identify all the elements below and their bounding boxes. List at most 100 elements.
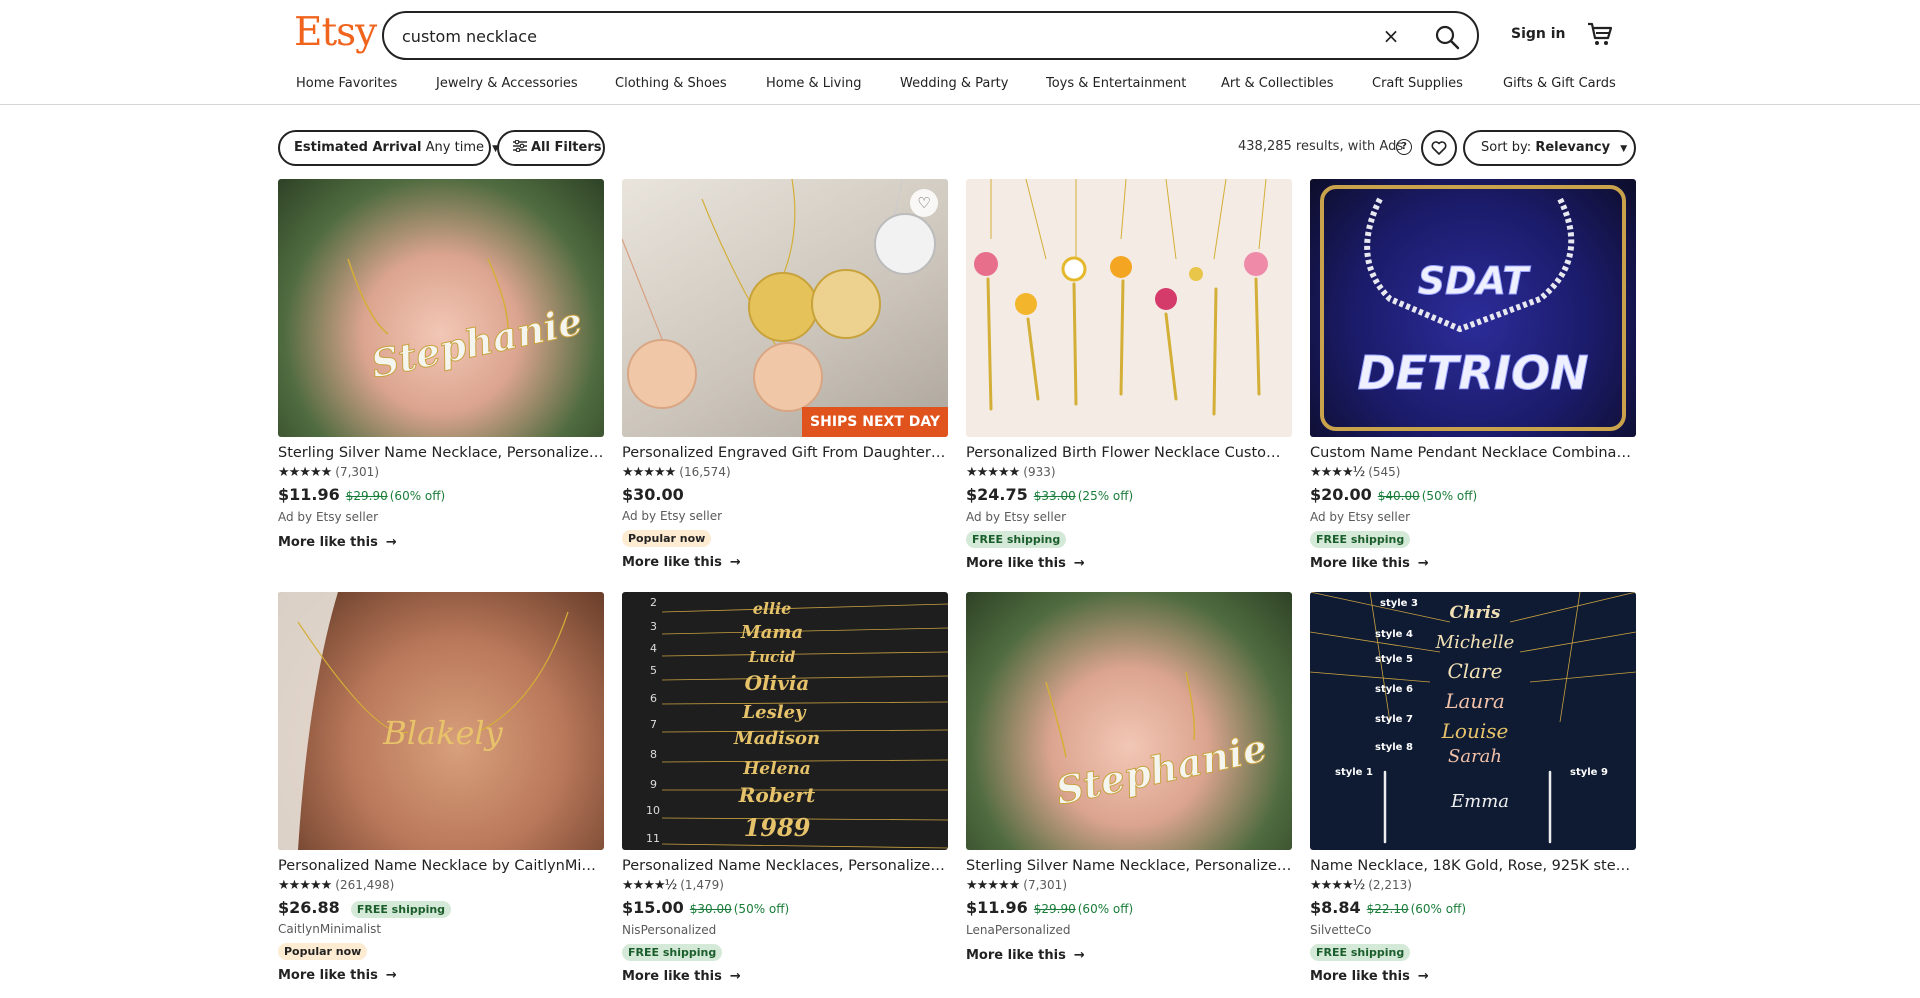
- seller-name[interactable]: NisPersonalized: [622, 920, 948, 940]
- sort-dropdown[interactable]: Sort by: Relevancy ▼: [1463, 130, 1636, 166]
- listing-title[interactable]: Personalized Engraved Gift From Daughter…: [622, 443, 948, 463]
- seller-name[interactable]: LenaPersonalized: [966, 920, 1292, 940]
- clear-search-icon[interactable]: ×: [1380, 25, 1402, 47]
- favorite-heart-icon[interactable]: ♡: [910, 189, 938, 217]
- svg-text:6: 6: [650, 692, 657, 705]
- more-like-this-link[interactable]: More like this →: [1310, 554, 1636, 574]
- category-wedding[interactable]: Wedding & Party: [900, 76, 1008, 91]
- category-jewelry[interactable]: Jewelry & Accessories: [436, 76, 578, 91]
- discount: (25% off): [1077, 489, 1134, 503]
- engraved-discs-illustration: [622, 179, 936, 412]
- category-craft[interactable]: Craft Supplies: [1372, 76, 1463, 91]
- listing-image[interactable]: [966, 179, 1292, 437]
- necklace-name-text: Stephanie: [367, 298, 586, 387]
- listing-card[interactable]: Blakely Personalized Name Necklace by Ca…: [278, 592, 604, 986]
- category-gifts[interactable]: Gifts & Gift Cards: [1503, 76, 1616, 91]
- sign-in-link[interactable]: Sign in: [1511, 26, 1566, 42]
- review-count: (261,498): [335, 878, 395, 892]
- style-name: 1989: [744, 813, 811, 842]
- listing-rating: ★★★★★ (7,301): [278, 463, 604, 482]
- style-name: Mama: [740, 622, 803, 643]
- price-row: $11.96 $29.90 (60% off): [966, 897, 1292, 920]
- svg-text:11: 11: [646, 832, 660, 845]
- seller-name[interactable]: SilvetteCo: [1310, 920, 1636, 940]
- cart-icon[interactable]: [1586, 20, 1614, 48]
- listing-title[interactable]: Sterling Silver Name Necklace, Personali…: [966, 856, 1292, 876]
- search-icon[interactable]: [1433, 23, 1461, 51]
- free-shipping-badge: FREE shipping: [966, 531, 1067, 548]
- category-clothing[interactable]: Clothing & Shoes: [615, 76, 727, 91]
- listing-rating: ★★★★★ (933): [966, 463, 1292, 482]
- listing-image[interactable]: Stephanie: [966, 592, 1292, 850]
- arrow-right-icon: →: [385, 968, 397, 983]
- free-shipping-badge: FREE shipping: [350, 901, 452, 918]
- listing-title[interactable]: Sterling Silver Name Necklace, Personali…: [278, 443, 604, 463]
- price-row: $24.75 $33.00 (25% off): [966, 484, 1292, 507]
- results-count: 438,285 results, with Ads: [1238, 139, 1404, 154]
- arrow-right-icon: →: [1073, 948, 1085, 963]
- listing-title[interactable]: Personalized Name Necklace by CaitlynMin…: [278, 856, 604, 876]
- listing-card[interactable]: ♡ SHIPS NEXT DAY Personalized Engraved G…: [622, 179, 948, 573]
- listing-card[interactable]: SDAT DETRION Custom Name Pendant Necklac…: [1310, 179, 1636, 574]
- star-rating-icon: ★★★★★: [622, 465, 676, 480]
- ships-next-day-banner: SHIPS NEXT DAY: [802, 407, 948, 437]
- listing-card[interactable]: Stephanie Sterling Silver Name Necklace,…: [278, 179, 604, 553]
- star-rating-icon: ★★★★★: [966, 878, 1020, 893]
- seller-name: Ad by Etsy seller: [622, 509, 723, 523]
- name-styles-illustration: style 3 style 4 style 5 style 6 style 7 …: [1310, 592, 1636, 844]
- category-home-living[interactable]: Home & Living: [766, 76, 861, 91]
- style-label: style 4: [1375, 629, 1413, 640]
- more-like-this-link[interactable]: More like this →: [966, 554, 1292, 574]
- style-name: Olivia: [745, 671, 810, 695]
- listing-rating: ★★★★★ (7,301): [966, 876, 1292, 895]
- listing-card[interactable]: Personalized Birth Flower Necklace Custo…: [966, 179, 1292, 574]
- free-shipping-badge: FREE shipping: [1310, 944, 1411, 961]
- iced-pendant-illustration: SDAT DETRION: [1320, 185, 1626, 431]
- more-like-this-link[interactable]: More like this →: [966, 946, 1292, 966]
- etsy-logo[interactable]: Etsy: [294, 10, 377, 55]
- price-row: $11.96 $29.90 (60% off): [278, 484, 604, 507]
- listing-card[interactable]: Stephanie Sterling Silver Name Necklace,…: [966, 592, 1292, 966]
- popular-now-badge: Popular now: [622, 530, 712, 547]
- original-price: $22.10: [1366, 902, 1409, 916]
- category-toys[interactable]: Toys & Entertainment: [1046, 76, 1186, 91]
- more-like-this-label: More like this: [278, 535, 378, 550]
- save-search-button[interactable]: [1421, 130, 1457, 166]
- listing-image[interactable]: 2 3 4 5 6 7 8 9 10 11 ellie Mama Lucid Olivia L…: [622, 592, 948, 850]
- listing-title[interactable]: Personalized Name Necklaces, Personalize…: [622, 856, 948, 876]
- listing-image[interactable]: ♡ SHIPS NEXT DAY: [622, 179, 948, 437]
- style-name: Louise: [1441, 719, 1509, 743]
- listing-image[interactable]: Blakely: [278, 592, 604, 850]
- style-label: style 1: [1335, 767, 1373, 778]
- seller-name[interactable]: CaitlynMinimalist: [278, 919, 604, 939]
- category-home-favorites[interactable]: Home Favorites: [296, 76, 397, 91]
- more-like-this-link[interactable]: More like this →: [1310, 967, 1636, 987]
- listing-title[interactable]: Custom Name Pendant Necklace Combination…: [1310, 443, 1636, 463]
- listing-rating: ★★★★½ (1,479): [622, 876, 948, 895]
- listing-card[interactable]: style 3 style 4 style 5 style 6 style 7 …: [1310, 592, 1636, 987]
- style-name: ellie: [753, 599, 792, 618]
- arrival-label: Estimated Arrival: [294, 140, 422, 155]
- review-count: (2,213): [1368, 878, 1412, 892]
- category-art[interactable]: Art & Collectibles: [1221, 76, 1333, 91]
- help-icon[interactable]: ?: [1396, 139, 1412, 155]
- more-like-this-link[interactable]: More like this →: [622, 967, 948, 987]
- listing-image[interactable]: style 3 style 4 style 5 style 6 style 7 …: [1310, 592, 1636, 850]
- all-filters-button[interactable]: All Filters: [497, 130, 605, 166]
- star-rating-icon: ★★★★½: [1310, 465, 1365, 480]
- more-like-this-link[interactable]: More like this →: [278, 533, 604, 553]
- site-header: Etsy × Sign in Home Favorites Jewelry & …: [0, 0, 1920, 105]
- star-rating-icon: ★★★★★: [278, 465, 332, 480]
- more-like-this-link[interactable]: More like this →: [278, 966, 604, 986]
- listing-title[interactable]: Name Necklace, 18K Gold, Rose, 925K ster…: [1310, 856, 1636, 876]
- listing-image[interactable]: SDAT DETRION: [1310, 179, 1636, 437]
- style-label: style 6: [1375, 684, 1413, 695]
- listing-card[interactable]: 2 3 4 5 6 7 8 9 10 11 ellie Mama Lucid Olivia L…: [622, 592, 948, 987]
- listing-image[interactable]: Stephanie: [278, 179, 604, 437]
- style-name: Michelle: [1435, 632, 1515, 653]
- listing-title[interactable]: Personalized Birth Flower Necklace Custo…: [966, 443, 1292, 463]
- review-count: (1,479): [680, 878, 724, 892]
- more-like-this-link[interactable]: More like this →: [622, 553, 948, 573]
- estimated-arrival-filter[interactable]: Estimated Arrival Any time ▼: [278, 130, 499, 166]
- search-input[interactable]: [402, 25, 1302, 47]
